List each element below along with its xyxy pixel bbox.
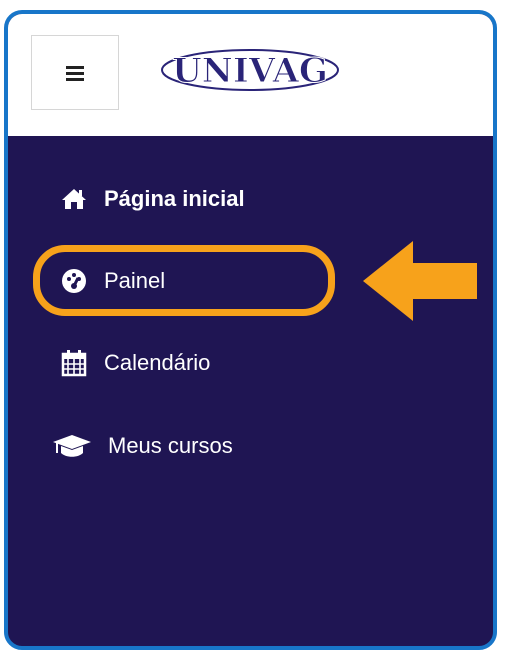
menu-toggle-button[interactable]	[31, 35, 119, 110]
hamburger-icon	[66, 65, 84, 81]
graduation-cap-icon	[50, 431, 94, 461]
calendar-icon	[58, 348, 90, 378]
home-icon	[58, 184, 90, 214]
nav-item-label: Calendário	[104, 350, 211, 375]
nav-item-calendar[interactable]: Calendário	[58, 343, 210, 383]
sidebar-frame: UNIVAG Página inicial Painel Calendário …	[4, 10, 497, 650]
pointer-arrow-icon	[359, 239, 479, 323]
highlight-outline	[33, 245, 335, 316]
nav-item-home[interactable]: Página inicial	[58, 179, 245, 219]
nav-item-my-courses[interactable]: Meus cursos	[50, 426, 233, 466]
svg-text:UNIVAG: UNIVAG	[172, 51, 328, 91]
sidebar-nav: Página inicial Painel Calendário Meus cu…	[8, 136, 493, 646]
nav-item-label: Meus cursos	[108, 433, 233, 458]
nav-item-label: Página inicial	[104, 186, 245, 211]
univag-logo[interactable]: UNIVAG	[160, 44, 340, 94]
top-bar: UNIVAG	[8, 14, 493, 136]
